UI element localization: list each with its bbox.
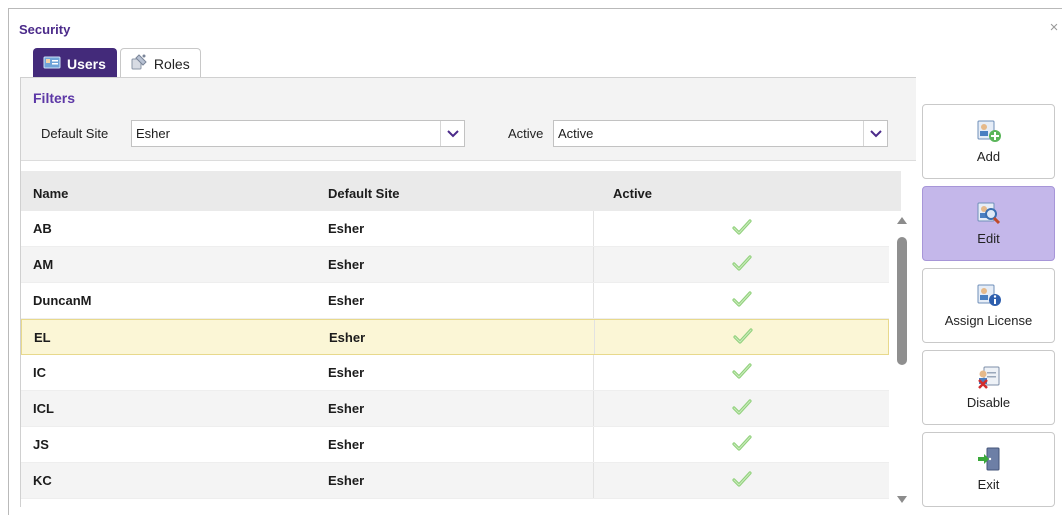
tab-users-label: Users: [67, 55, 106, 72]
check-icon: [731, 398, 752, 419]
check-icon: [731, 218, 752, 239]
column-header-default-site[interactable]: Default Site: [328, 186, 400, 201]
cell-name: AB: [33, 221, 52, 236]
users-icon: [43, 54, 61, 73]
check-icon: [731, 254, 752, 275]
edit-user-icon: [976, 201, 1002, 225]
check-icon: [731, 362, 752, 383]
roles-icon: [130, 53, 148, 74]
table-row[interactable]: IC Esher: [21, 355, 889, 391]
add-label: Add: [976, 149, 1001, 164]
tab-roles-label: Roles: [153, 55, 190, 72]
cell-default-site: Esher: [328, 401, 365, 416]
assign-license-label: Assign License: [944, 313, 1033, 328]
cell-default-site: Esher: [328, 365, 365, 380]
check-icon: [731, 434, 752, 455]
default-site-label: Default Site: [41, 126, 109, 141]
cell-name: DuncanM: [33, 293, 92, 308]
cell-default-site: Esher: [328, 437, 365, 452]
active-filter-select[interactable]: Active: [553, 120, 888, 147]
table-row[interactable]: AB Esher: [21, 211, 889, 247]
table-row[interactable]: EL Esher: [21, 319, 889, 355]
filters-section: Filters Default Site Esher Active Active: [21, 78, 916, 161]
exit-button[interactable]: Exit: [922, 432, 1055, 507]
scroll-up-icon[interactable]: [897, 217, 907, 224]
cell-name: JS: [33, 437, 49, 452]
cell-name: AM: [33, 257, 54, 272]
cell-default-site: Esher: [328, 473, 365, 488]
disable-user-icon: [976, 365, 1002, 389]
disable-button[interactable]: Disable: [922, 350, 1055, 425]
cell-active: [593, 211, 889, 246]
column-header-active[interactable]: Active: [613, 186, 652, 201]
cell-active: [593, 283, 889, 318]
table-row[interactable]: JS Esher: [21, 427, 889, 463]
assign-license-button[interactable]: Assign License: [922, 268, 1055, 343]
add-button[interactable]: Add: [922, 104, 1055, 179]
table-row[interactable]: DuncanM Esher: [21, 283, 889, 319]
edit-button[interactable]: Edit: [922, 186, 1055, 261]
cell-default-site: Esher: [328, 293, 365, 308]
tab-bar: Users Roles: [33, 44, 204, 78]
users-grid: Name Default Site Active AB Esher AM Esher D…: [21, 171, 916, 508]
cell-name: IC: [33, 365, 46, 380]
exit-label: Exit: [977, 477, 1000, 492]
cell-active: [593, 355, 889, 390]
cell-default-site: Esher: [328, 221, 365, 236]
check-icon: [731, 470, 752, 491]
active-filter-label: Active: [508, 126, 544, 141]
cell-active: [593, 463, 889, 498]
check-icon: [732, 327, 753, 348]
add-user-icon: [976, 119, 1002, 143]
table-row[interactable]: AM Esher: [21, 247, 889, 283]
chevron-down-icon[interactable]: [440, 121, 464, 146]
grid-rows: AB Esher AM Esher DuncanM Esher EL Esher IC Esher…: [21, 211, 889, 499]
tab-users[interactable]: Users: [33, 48, 117, 78]
cell-name: ICL: [33, 401, 54, 416]
action-buttons: Add Edit Assign License Disable Exit: [922, 104, 1055, 514]
grid-scrollbar[interactable]: [894, 211, 910, 508]
table-row[interactable]: KC Esher: [21, 463, 889, 499]
scroll-thumb[interactable]: [897, 237, 907, 365]
cell-name: KC: [33, 473, 52, 488]
table-row[interactable]: ICL Esher: [21, 391, 889, 427]
cell-default-site: Esher: [329, 330, 366, 345]
cell-active: [593, 247, 889, 282]
chevron-down-icon[interactable]: [863, 121, 887, 146]
cell-active: [593, 427, 889, 462]
cell-default-site: Esher: [328, 257, 365, 272]
active-filter-value: Active: [558, 126, 594, 141]
default-site-select[interactable]: Esher: [131, 120, 465, 147]
exit-icon: [976, 447, 1002, 471]
cell-active: [594, 320, 890, 354]
assign-license-icon: [976, 283, 1002, 307]
disable-label: Disable: [966, 395, 1011, 410]
check-icon: [731, 290, 752, 311]
column-header-name[interactable]: Name: [33, 186, 68, 201]
edit-label: Edit: [977, 231, 1000, 246]
filters-title: Filters: [33, 90, 76, 106]
close-icon[interactable]: ×: [1046, 19, 1062, 36]
window-title: Security: [19, 22, 71, 37]
tab-roles[interactable]: Roles: [119, 48, 201, 78]
cell-name: EL: [34, 330, 51, 345]
scroll-down-icon[interactable]: [897, 496, 907, 503]
users-panel: Filters Default Site Esher Active Active…: [20, 77, 916, 507]
default-site-value: Esher: [136, 126, 170, 141]
grid-header: Name Default Site Active: [21, 171, 901, 211]
cell-active: [593, 391, 889, 426]
